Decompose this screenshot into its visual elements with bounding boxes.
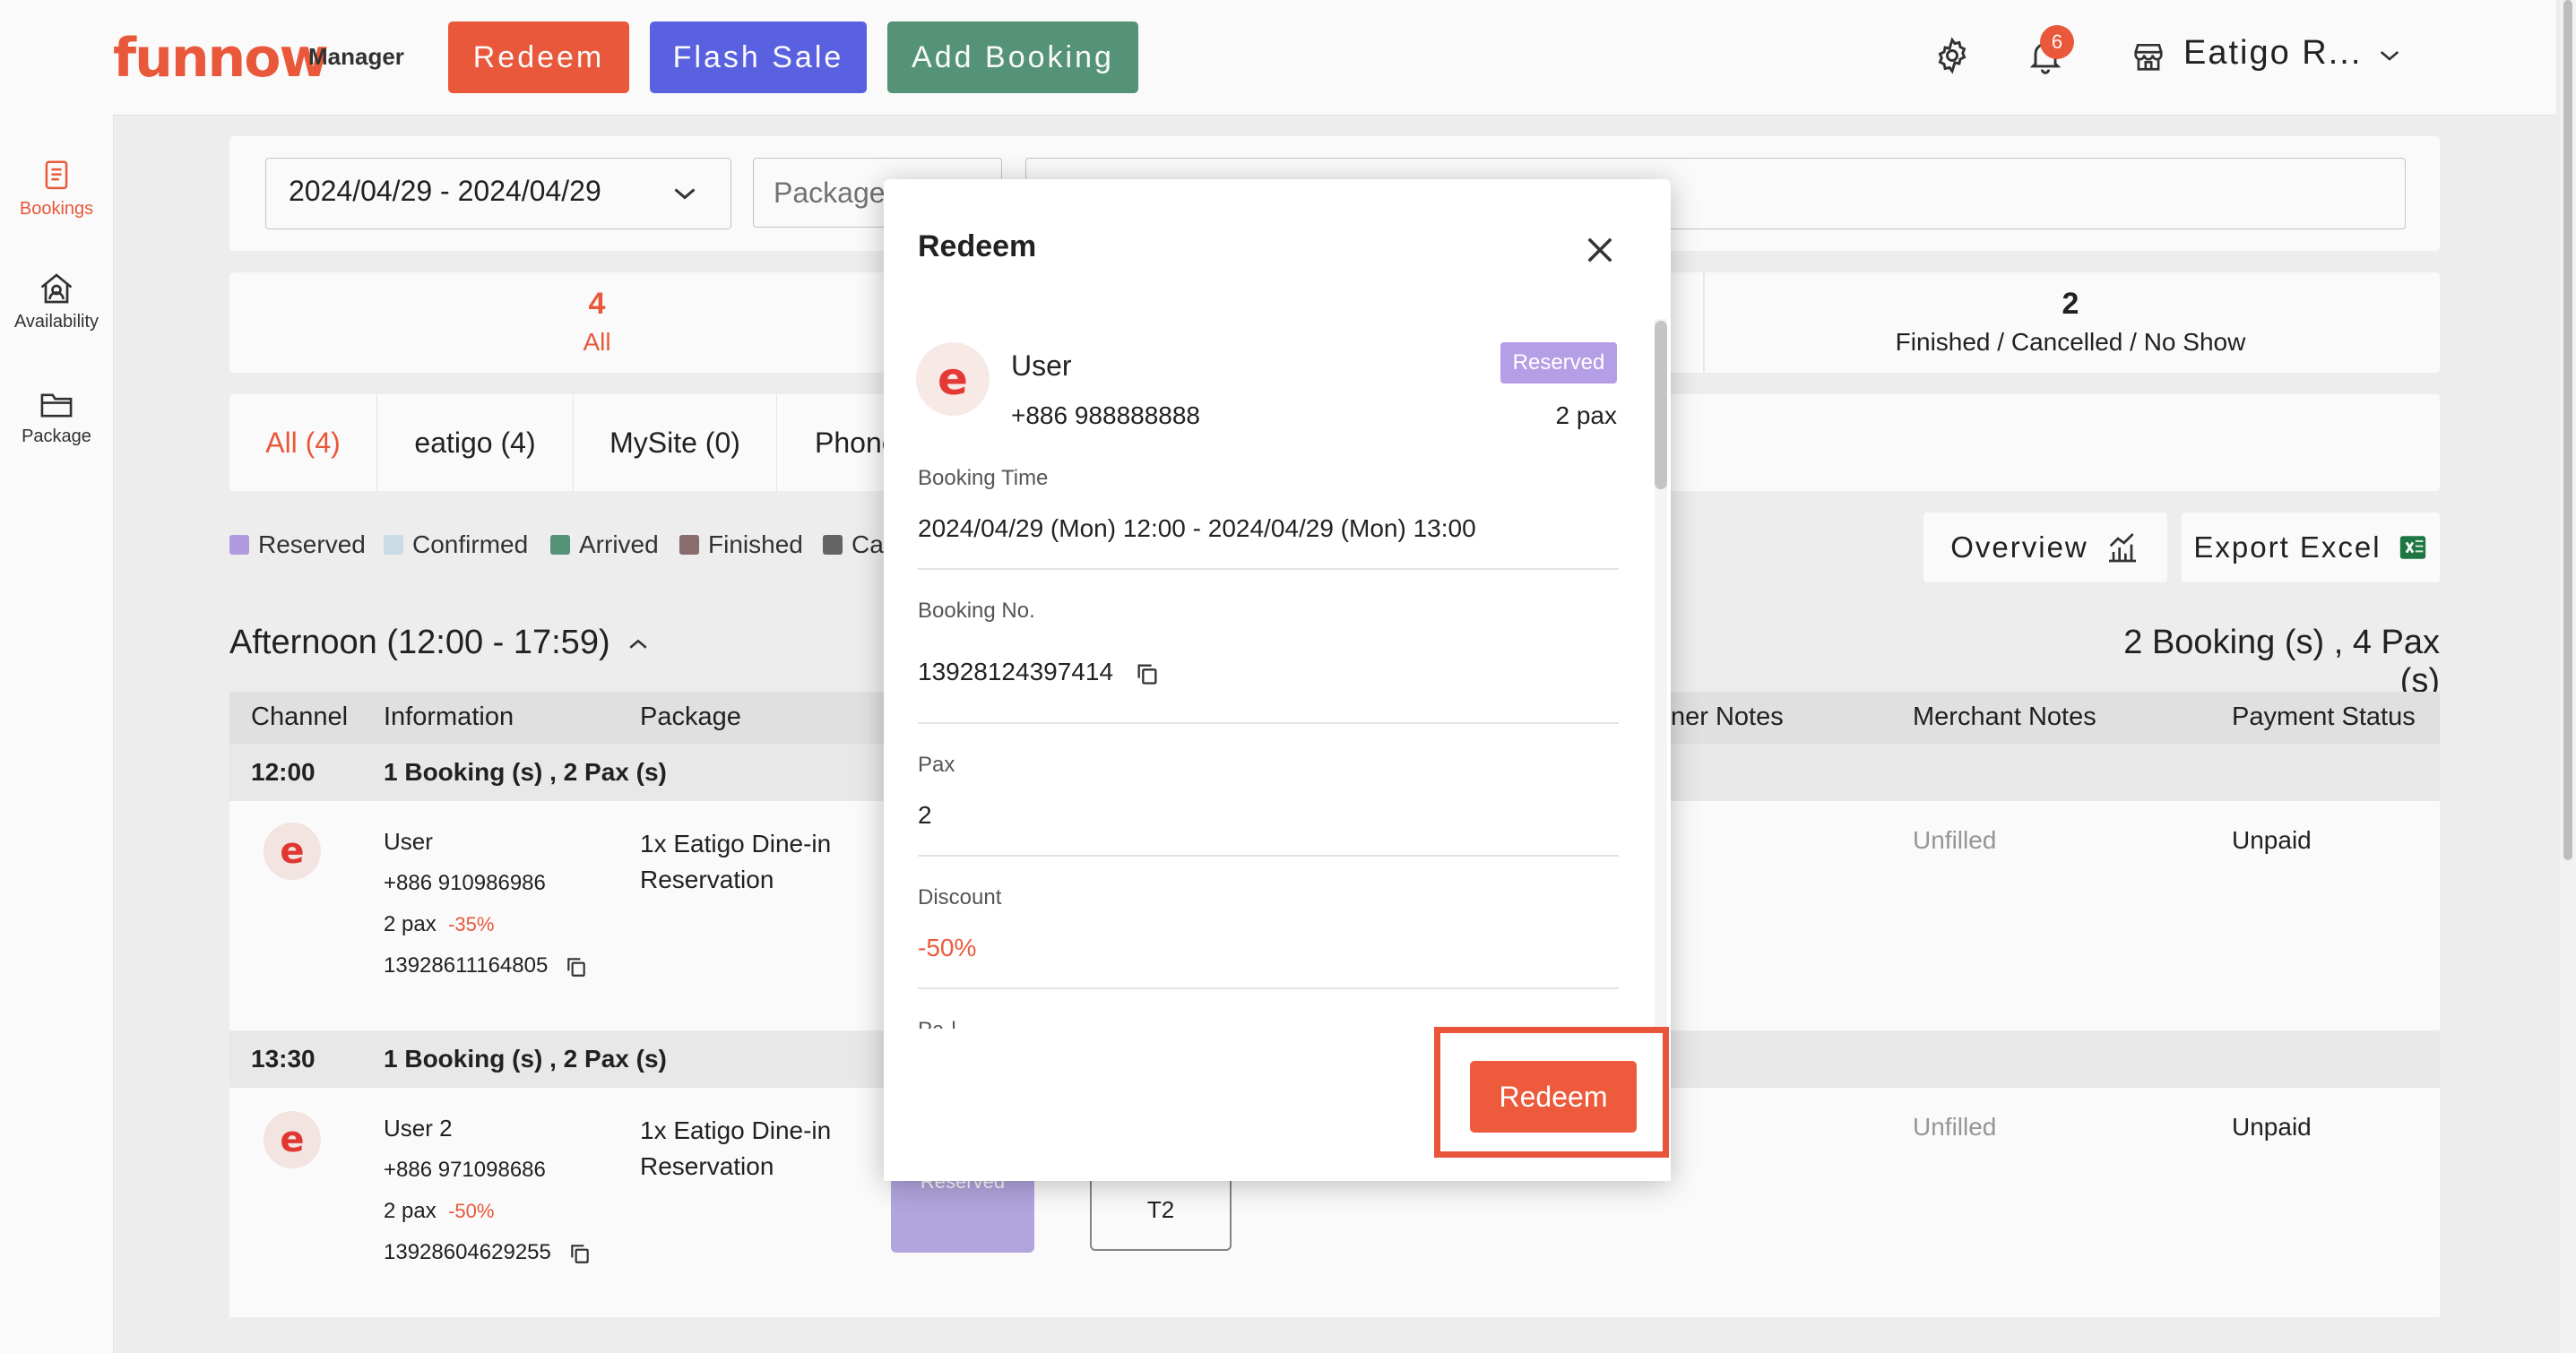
pax-label: Pax: [918, 753, 955, 777]
divider: [918, 855, 1619, 857]
modal-user-name: User: [1011, 349, 1072, 382]
modal-redeem-button[interactable]: Redeem: [1470, 1061, 1637, 1133]
booking-time-label: Booking Time: [918, 466, 1049, 490]
modal-user-phone: +886 988888888: [1011, 401, 1200, 429]
status-badge: Reserved: [1500, 342, 1617, 383]
modal-title: Redeem: [918, 229, 1037, 263]
booking-no-value: 13928124397414: [918, 658, 1160, 686]
divider: [918, 568, 1619, 570]
booking-time-value: 2024/04/29 (Mon) 12:00 - 2024/04/29 (Mon…: [918, 514, 1476, 542]
copy-icon[interactable]: [1135, 661, 1160, 686]
close-icon[interactable]: [1581, 231, 1619, 269]
discount-label: Discount: [918, 885, 1002, 909]
pax-value: 2: [918, 801, 932, 829]
divider: [918, 987, 1619, 989]
discount-value: -50%: [918, 934, 977, 961]
modal-scrollbar-thumb[interactable]: [1655, 321, 1667, 489]
booking-no-label: Booking No.: [918, 599, 1035, 623]
modal-pax-short: 2 pax: [1555, 401, 1618, 429]
eatigo-avatar: e: [916, 342, 990, 416]
divider: [918, 722, 1619, 724]
